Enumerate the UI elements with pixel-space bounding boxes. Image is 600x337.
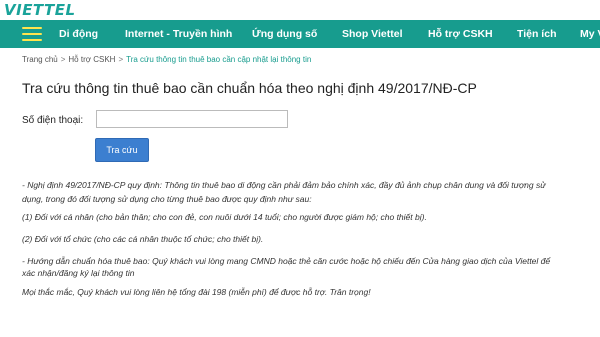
guide-line-2: xác nhận/đăng ký lại thông tin	[22, 268, 135, 278]
nav-item-internet-truyen-hinh[interactable]: Internet - Truyền hình	[125, 20, 232, 48]
breadcrumb-home[interactable]: Trang chủ	[22, 55, 58, 64]
nav-item-my-viettel[interactable]: My V	[580, 20, 600, 48]
decree-line-1: - Nghị định 49/2017/NĐ-CP quy định: Thôn…	[22, 180, 546, 190]
nav-item-tien-ich[interactable]: Tiện ích	[517, 20, 556, 48]
decree-line-2: dụng, trong đó đối tượng sử dụng cho từn…	[22, 194, 312, 204]
top-bar: VIETTEL	[0, 0, 600, 20]
viettel-logo[interactable]: VIETTEL	[0, 0, 100, 20]
breadcrumb-support[interactable]: Hỗ trợ CSKH	[68, 55, 115, 64]
menu-icon[interactable]	[22, 27, 42, 41]
phone-number-input[interactable]	[96, 110, 288, 128]
breadcrumb: Trang chủ > Hỗ trợ CSKH > Tra cứu thông tin …	[22, 55, 312, 64]
guide-line-1: - Hướng dẫn chuẩn hóa thuê bao: Quý khác…	[22, 256, 551, 266]
breadcrumb-current: Tra cứu thông tin thuê bao cần cập nhật …	[126, 55, 312, 64]
search-button[interactable]: Tra cứu	[95, 138, 149, 162]
nav-item-shop-viettel[interactable]: Shop Viettel	[342, 20, 402, 48]
page-title: Tra cứu thông tin thuê bao cần chuẩn hóa…	[22, 80, 477, 96]
nav-item-ho-tro-cskh[interactable]: Hỗ trợ CSKH	[428, 20, 493, 48]
hotline-line: Mọi thắc mắc, Quý khách vui lòng liên hệ…	[22, 287, 371, 297]
organization-line: (2) Đối với tổ chức (cho các cá nhân thu…	[22, 234, 264, 244]
phone-label: Số điện thoại:	[22, 115, 84, 126]
main-nav: Di động Internet - Truyền hình Ứng dụng …	[0, 20, 600, 48]
logo-text: VIETTEL	[4, 1, 76, 19]
individual-line: (1) Đối với cá nhân (cho bản thân; cho c…	[22, 212, 427, 222]
nav-item-di-dong[interactable]: Di động	[59, 20, 98, 48]
nav-item-ung-dung-so[interactable]: Ứng dụng số	[252, 20, 317, 48]
